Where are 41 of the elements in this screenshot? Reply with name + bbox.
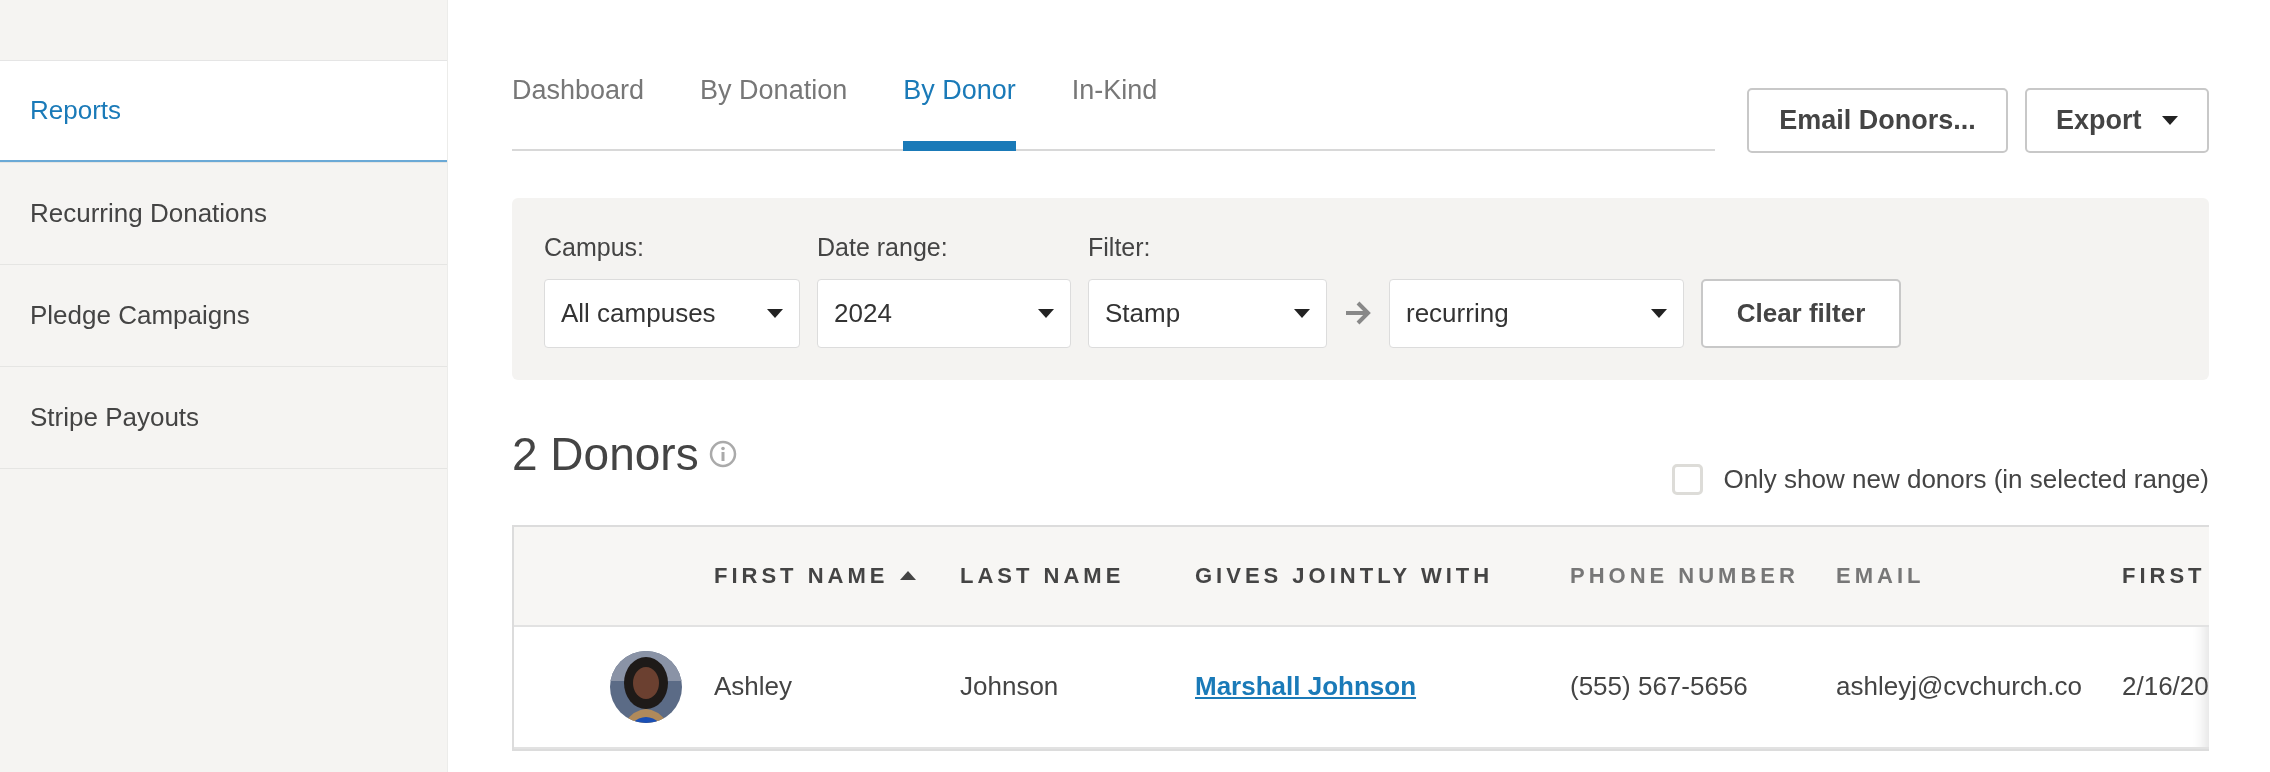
- donor-count-title: 2 Donors: [512, 426, 699, 482]
- table-cell: 2/16/20: [2122, 671, 2209, 701]
- sidebar-item[interactable]: Pledge Campaigns: [0, 264, 447, 366]
- joint-donor-link[interactable]: Marshall Johnson: [1195, 671, 1417, 701]
- column-header[interactable]: GIVES JOINTLY WITH: [1195, 559, 1494, 592]
- table-cell: (555) 567-5656: [1570, 671, 1748, 701]
- column-header[interactable]: PHONE NUMBER: [1570, 559, 1799, 592]
- column-header[interactable]: FIRST NAME: [714, 559, 917, 592]
- caret-icon: [1038, 308, 1054, 318]
- sidebar-item[interactable]: Reports: [0, 60, 447, 162]
- caret-icon: [2162, 115, 2178, 125]
- table-cell: Ashley: [714, 671, 793, 701]
- column-header[interactable]: LAST NAME: [960, 559, 1125, 592]
- dropdown[interactable]: Stamp: [1088, 278, 1327, 348]
- tab[interactable]: By Donor: [903, 70, 1016, 151]
- dropdown[interactable]: 2024: [817, 278, 1071, 348]
- tab[interactable]: In-Kind: [1071, 70, 1158, 151]
- clear-filter-button[interactable]: Clear filter: [1701, 278, 1901, 348]
- info-icon: [708, 440, 737, 468]
- checkbox-label: Only show new donors (in selected range): [1723, 462, 2209, 496]
- table-cell: Johnson: [960, 671, 1059, 701]
- caret-icon: [1294, 308, 1310, 318]
- filter-label: Campus:: [544, 232, 646, 263]
- sidebar-item[interactable]: Recurring Donations: [0, 162, 447, 264]
- email-donors-button[interactable]: Email Donors...: [1747, 87, 2008, 153]
- sort-up-icon: [900, 571, 917, 580]
- column-header[interactable]: FIRST: [2122, 559, 2206, 592]
- table-cell: ashleyj@cvchurch.co: [1836, 671, 2083, 701]
- filter-label: Filter:: [1088, 232, 1152, 263]
- sidebar-item[interactable]: Stripe Payouts: [0, 366, 447, 468]
- tab[interactable]: By Donation: [700, 70, 848, 151]
- filter-label: Date range:: [817, 232, 949, 263]
- export-button[interactable]: Export: [2025, 87, 2209, 153]
- dropdown[interactable]: All campuses: [544, 278, 800, 348]
- arrow-right-icon: [1344, 300, 1372, 326]
- caret-icon: [1651, 308, 1667, 318]
- caret-icon: [767, 308, 783, 318]
- column-header[interactable]: EMAIL: [1836, 559, 1925, 592]
- tab[interactable]: Dashboard: [512, 70, 645, 151]
- checkbox[interactable]: [1672, 463, 1704, 495]
- dropdown[interactable]: recurring: [1389, 278, 1684, 348]
